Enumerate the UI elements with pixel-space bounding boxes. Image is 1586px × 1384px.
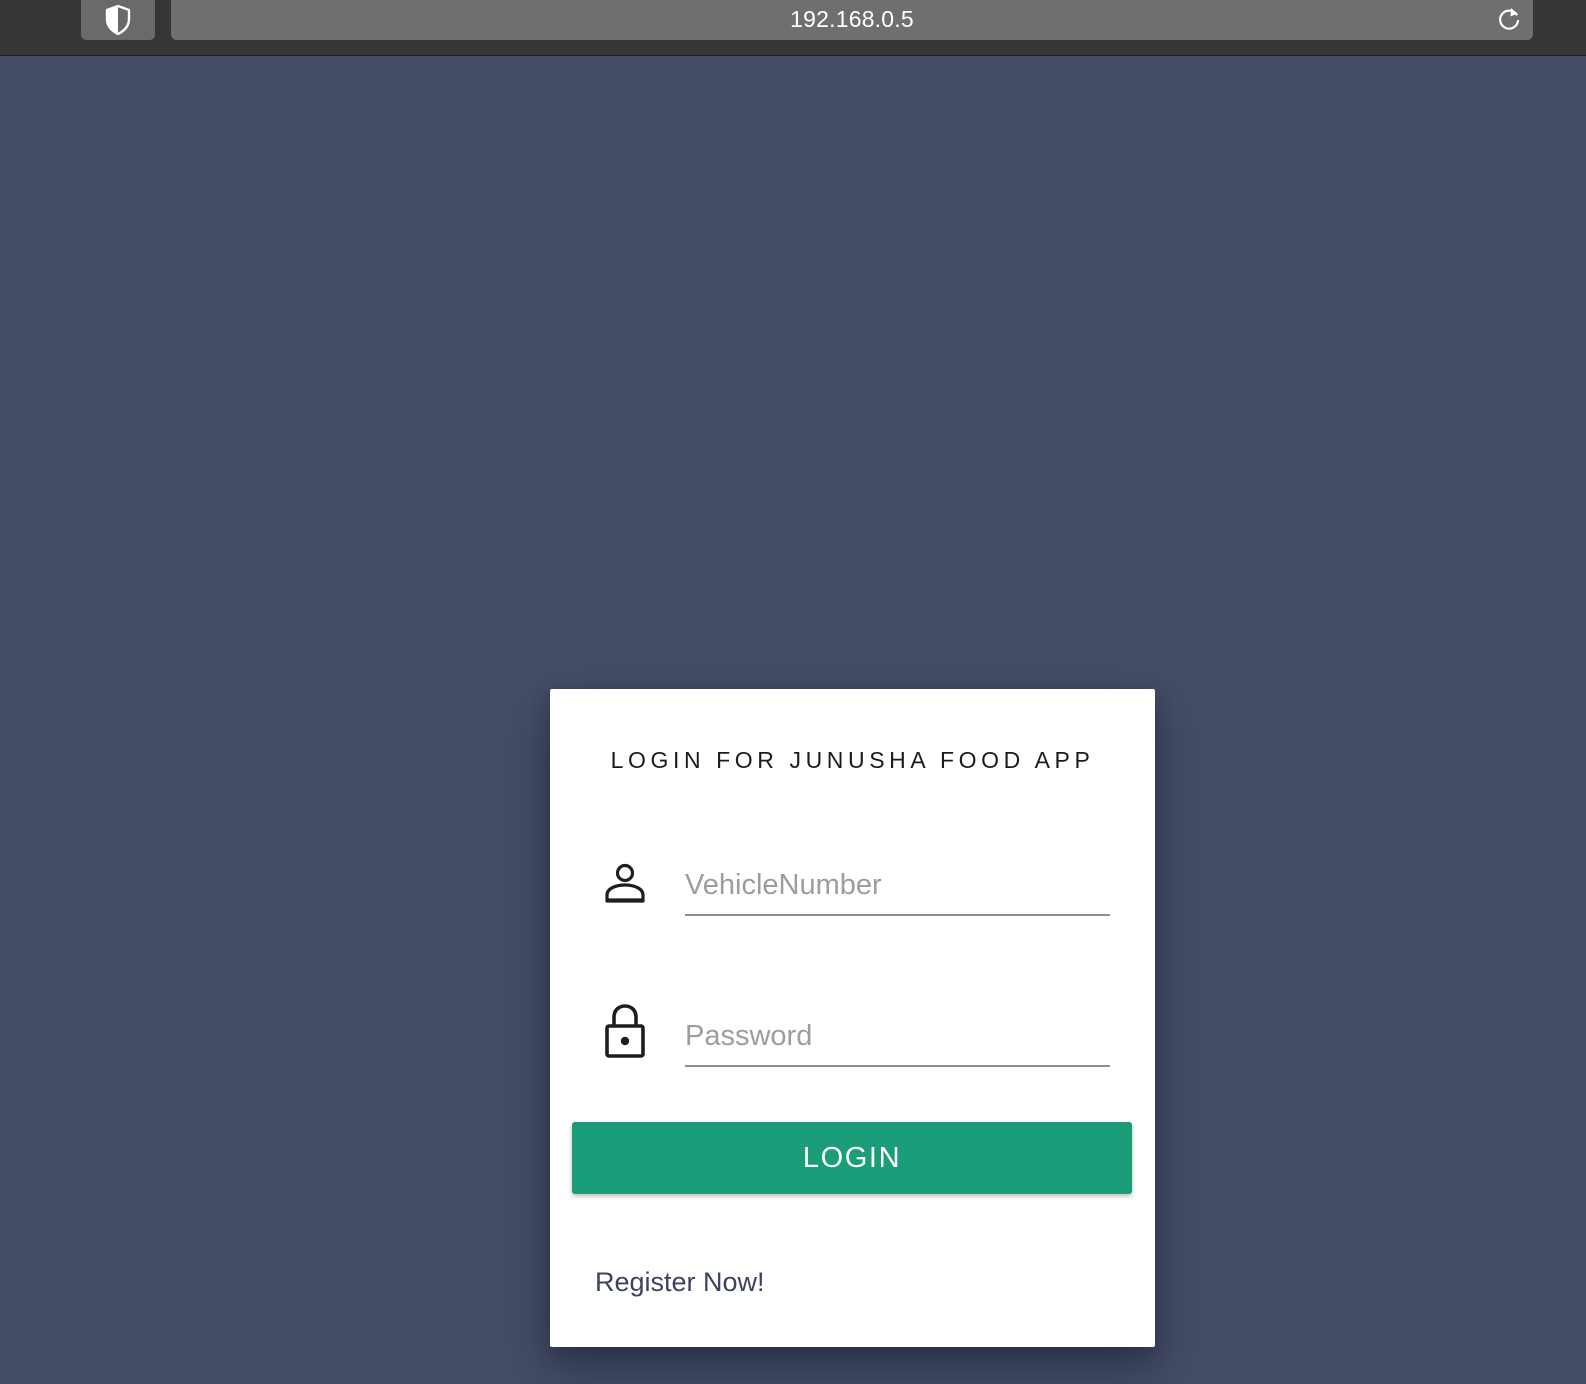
login-button[interactable]: LOGIN <box>572 1122 1132 1194</box>
login-title: LOGIN FOR JUNUSHA FOOD APP <box>610 747 1095 773</box>
login-card: LOGIN FOR JUNUSHA FOOD APP LOGIN Registe… <box>550 689 1155 1347</box>
register-link[interactable]: Register Now! <box>595 1267 765 1298</box>
shield-button[interactable] <box>81 0 155 40</box>
address-bar[interactable]: 192.168.0.5 <box>171 0 1533 40</box>
vehicle-number-input[interactable] <box>685 856 1110 916</box>
browser-toolbar: 192.168.0.5 <box>0 0 1586 56</box>
url-text: 192.168.0.5 <box>790 6 914 32</box>
user-icon <box>601 857 649 909</box>
password-input[interactable] <box>685 1007 1110 1067</box>
reload-icon[interactable] <box>1495 5 1523 33</box>
shield-icon <box>105 5 131 35</box>
lock-icon <box>601 1004 649 1058</box>
